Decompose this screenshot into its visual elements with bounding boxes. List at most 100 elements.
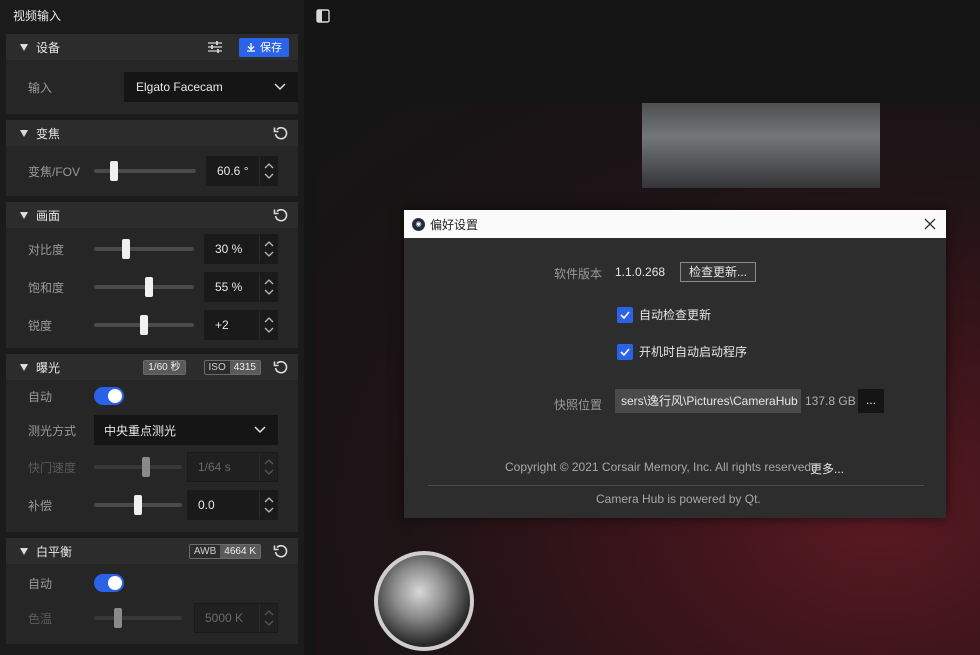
shutter-badge-value: 1/60 秒 [144, 360, 185, 374]
collapse-arrow-icon[interactable] [20, 547, 28, 555]
fov-slider[interactable] [94, 161, 196, 181]
save-label: 保存 [260, 42, 282, 54]
contrast-label: 对比度 [28, 242, 65, 257]
dialog-title: 偏好设置 [430, 217, 479, 232]
auto-start-checkbox[interactable]: 开机时自动启动程序 [617, 343, 747, 360]
temperature-spinbox: 5000 K [194, 603, 278, 633]
exposure-auto-label: 自动 [28, 389, 53, 404]
download-icon [247, 43, 255, 52]
image-panel-header[interactable]: 画面 [6, 202, 298, 228]
snapshot-location-label: 快照位置 [554, 398, 603, 412]
chevron-down-icon[interactable] [264, 289, 274, 295]
zoom-header-label: 变焦 [36, 126, 61, 141]
chevron-up-icon[interactable] [264, 163, 274, 169]
shutter-label: 快门速度 [28, 460, 77, 475]
saturation-spinbox[interactable]: 55 % [204, 272, 278, 302]
chevron-down-icon[interactable] [264, 327, 274, 333]
sharpness-value[interactable]: +2 [205, 318, 259, 332]
slider-handle[interactable] [110, 161, 118, 181]
check-update-button[interactable]: 检查更新... [680, 262, 757, 282]
slider-handle[interactable] [122, 239, 130, 259]
compensation-label: 补偿 [28, 498, 53, 513]
temperature-value: 5000 K [205, 611, 244, 625]
preferences-dialog: ◉ 偏好设置 软件版本 1.1.0.268 检查更新... 自动检查更新 开机时… [404, 210, 946, 518]
close-icon[interactable] [924, 218, 936, 230]
chevron-up-icon[interactable] [264, 241, 274, 247]
collapse-arrow-icon[interactable] [20, 43, 28, 51]
chevron-down-icon [264, 620, 273, 626]
saturation-label: 饱和度 [28, 280, 65, 295]
auto-check-update-checkbox[interactable]: 自动检查更新 [617, 306, 711, 323]
shutter-spinbox: 1/64 s [187, 452, 278, 482]
reset-icon[interactable] [273, 125, 289, 141]
zoom-panel-header[interactable]: 变焦 [6, 120, 298, 146]
input-device-value: Elgato Facecam [136, 80, 223, 94]
copyright-text: Copyright © 2021 Corsair Memory, Inc. Al… [505, 460, 815, 474]
snapshot-path-field[interactable]: sers\逸行风\Pictures\CameraHub [615, 389, 801, 413]
compensation-slider[interactable] [94, 495, 182, 515]
checkmark-icon [617, 306, 633, 323]
saturation-slider[interactable] [94, 277, 194, 297]
exposure-auto-toggle[interactable] [94, 387, 124, 405]
fov-label: 变焦/FOV [28, 164, 81, 179]
preview-highlight [642, 103, 880, 188]
version-value: 1.1.0.268 [615, 265, 666, 279]
chevron-down-icon[interactable] [264, 507, 274, 513]
slider-handle[interactable] [134, 495, 142, 515]
exposure-panel-header[interactable]: 曝光 1/60 秒 ISO 4315 [6, 354, 298, 380]
chevron-down-icon [274, 83, 286, 91]
reset-icon[interactable] [273, 543, 289, 559]
input-device-select[interactable]: Elgato Facecam [124, 72, 298, 102]
temperature-slider [94, 608, 182, 628]
chevron-up-icon[interactable] [264, 497, 274, 503]
chevron-up-icon[interactable] [264, 317, 274, 323]
divider [428, 485, 924, 486]
compensation-spinbox[interactable]: 0.0 [187, 490, 278, 520]
wb-auto-toggle[interactable] [94, 574, 124, 592]
save-button[interactable]: 保存 [239, 37, 289, 57]
chevron-up-icon[interactable] [264, 279, 274, 285]
device-header-label: 设备 [36, 40, 61, 55]
metering-value: 中央重点测光 [104, 423, 177, 438]
sliders-icon[interactable] [207, 40, 223, 54]
image-header-label: 画面 [36, 208, 61, 223]
fov-spinbox[interactable]: 60.6 ° [206, 156, 278, 186]
metering-label: 测光方式 [28, 423, 77, 438]
contrast-spinbox[interactable]: 30 % [204, 234, 278, 264]
collapse-arrow-icon[interactable] [20, 363, 28, 371]
collapse-arrow-icon[interactable] [20, 129, 28, 137]
slider-handle [142, 457, 150, 477]
fov-value[interactable]: 60.6 ° [207, 164, 259, 178]
browse-button[interactable]: ... [858, 389, 884, 413]
device-panel-header[interactable]: 设备 保存 [6, 34, 298, 60]
chevron-down-icon [264, 469, 273, 475]
sharpness-spinbox[interactable]: +2 [204, 310, 278, 340]
more-link[interactable]: 更多... [810, 460, 844, 477]
iso-badge: ISO 4315 [203, 359, 261, 375]
compensation-value[interactable]: 0.0 [188, 498, 259, 512]
dialog-titlebar: ◉ 偏好设置 [404, 210, 946, 238]
shutter-badge: 1/60 秒 [143, 359, 186, 375]
preview-object [374, 551, 474, 651]
settings-sidebar: 视频输入 设备 保存 输入 Elgato Facecam 变焦 变焦/FOV 6… [0, 0, 304, 655]
chevron-down-icon[interactable] [264, 251, 274, 257]
exposure-header-label: 曝光 [36, 360, 61, 375]
contrast-slider[interactable] [94, 239, 194, 259]
awb-badge: AWB 4664 K [188, 543, 261, 559]
reset-icon[interactable] [273, 207, 289, 223]
metering-select[interactable]: 中央重点测光 [94, 415, 278, 445]
sidebar-toggle-icon[interactable] [316, 9, 330, 23]
sharpness-label: 锐度 [28, 318, 53, 333]
slider-handle[interactable] [140, 315, 148, 335]
saturation-value[interactable]: 55 % [205, 280, 259, 294]
contrast-value[interactable]: 30 % [205, 242, 259, 256]
chevron-down-icon[interactable] [264, 173, 274, 179]
sharpness-slider[interactable] [94, 315, 194, 335]
exposure-panel: 曝光 1/60 秒 ISO 4315 自动 测光方式 中央重点测光 快门速度 1… [6, 354, 298, 532]
snapshot-free-space: 137.8 GB [805, 394, 856, 408]
slider-handle [114, 608, 122, 628]
collapse-arrow-icon[interactable] [20, 211, 28, 219]
white-balance-panel-header[interactable]: 白平衡 AWB 4664 K [6, 538, 298, 564]
slider-handle[interactable] [145, 277, 153, 297]
reset-icon[interactable] [273, 359, 289, 375]
